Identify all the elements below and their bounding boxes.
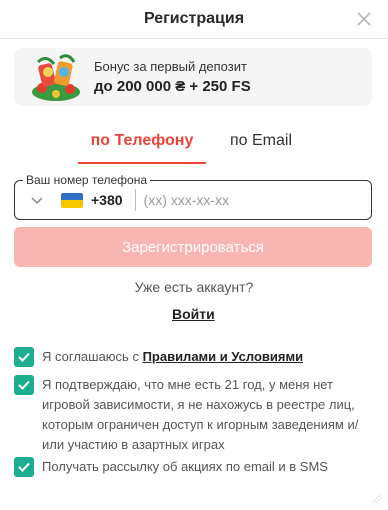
bonus-banner: Бонус за первый депозит до 200 000 ₴ + 2… <box>14 48 372 106</box>
terms-prefix: Я соглашаюсь с <box>42 349 143 364</box>
registration-tabs: по Телефону по Email <box>78 130 310 166</box>
age-checkbox[interactable] <box>14 375 34 395</box>
phone-field: Ваш номер телефона +380 <box>14 173 372 220</box>
terms-checkbox[interactable] <box>14 347 34 367</box>
header-divider <box>0 38 388 39</box>
checkmark-icon <box>18 380 30 390</box>
checkmark-icon <box>18 352 30 362</box>
close-icon[interactable] <box>354 9 374 29</box>
login-link[interactable]: Войти <box>172 306 215 322</box>
ukraine-flag-icon <box>61 192 83 208</box>
resize-handle-icon[interactable] <box>368 490 382 504</box>
modal-title: Регистрация <box>143 10 245 27</box>
terms-text: Я соглашаюсь с Правилами и Условиями <box>42 347 303 367</box>
terms-link[interactable]: Правилами и Условиями <box>143 349 304 364</box>
bonus-gift-icon <box>32 54 80 101</box>
checkmark-icon <box>18 462 30 472</box>
bonus-subtitle: Бонус за первый депозит <box>94 59 247 74</box>
register-button[interactable]: Зарегистрироваться <box>14 227 372 267</box>
bonus-amount: до 200 000 ₴ + 250 FS <box>94 78 251 95</box>
newsletter-checkbox[interactable] <box>14 457 34 477</box>
modal-header: Регистрация <box>0 0 388 38</box>
tab-phone[interactable]: по Телефону <box>78 130 206 166</box>
agreement-terms: Я соглашаюсь с Правилами и Условиями <box>14 347 374 367</box>
agreement-newsletter: Получать рассылку об акциях по email и в… <box>14 457 374 477</box>
phone-field-label: Ваш номер телефона <box>23 173 151 187</box>
tab-email[interactable]: по Email <box>206 130 310 166</box>
bonus-text: Бонус за первый депозит до 200 000 ₴ + 2… <box>94 59 251 95</box>
agreement-age: Я подтверждаю, что мне есть 21 год, у ме… <box>14 375 374 455</box>
age-text: Я подтверждаю, что мне есть 21 год, у ме… <box>42 377 359 452</box>
chevron-down-icon[interactable] <box>29 192 45 208</box>
field-separator <box>134 189 136 211</box>
phone-input[interactable] <box>143 192 324 208</box>
newsletter-text: Получать рассылку об акциях по email и в… <box>42 459 328 474</box>
have-account-text: Уже есть аккаунт? <box>134 279 254 295</box>
country-code: +380 <box>91 192 123 208</box>
